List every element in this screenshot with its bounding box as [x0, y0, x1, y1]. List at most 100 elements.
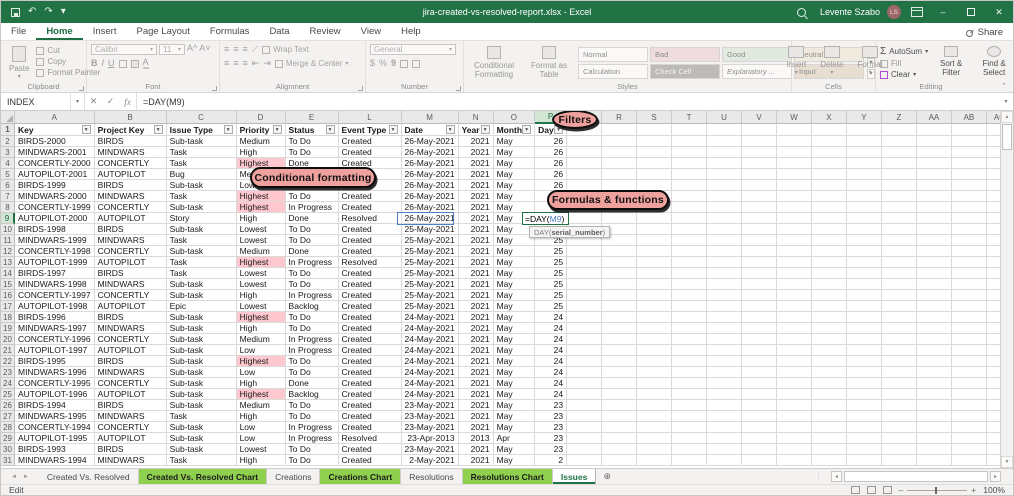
cell[interactable]: [637, 169, 672, 180]
cell[interactable]: [602, 301, 637, 312]
ribbon-display-options-icon[interactable]: [911, 7, 923, 17]
cell[interactable]: [602, 367, 637, 378]
cell[interactable]: 25: [535, 246, 567, 257]
cell[interactable]: [707, 136, 742, 147]
cell[interactable]: [742, 169, 777, 180]
column-header-Z[interactable]: Z: [882, 111, 917, 124]
cell[interactable]: [917, 290, 952, 301]
cell[interactable]: [952, 312, 987, 323]
cell[interactable]: [812, 136, 847, 147]
cell[interactable]: Created: [339, 224, 402, 235]
cell[interactable]: In Progress: [286, 202, 339, 213]
cell[interactable]: [567, 323, 602, 334]
clear-button[interactable]: Clear▾: [880, 70, 928, 79]
cell[interactable]: [707, 268, 742, 279]
cell[interactable]: 25-May-2021: [402, 224, 459, 235]
cell[interactable]: [917, 169, 952, 180]
cell[interactable]: [952, 169, 987, 180]
cell[interactable]: Epic: [167, 301, 237, 312]
cell[interactable]: Task: [167, 235, 237, 246]
cell[interactable]: Sub-task: [167, 400, 237, 411]
cell[interactable]: [637, 433, 672, 444]
row-header-5[interactable]: 5: [1, 169, 15, 180]
cell[interactable]: [707, 334, 742, 345]
cell[interactable]: CONCERTLY-1998: [15, 246, 95, 257]
cell[interactable]: MINDWARS: [95, 279, 167, 290]
cell[interactable]: [812, 268, 847, 279]
cell[interactable]: [952, 191, 987, 202]
cell[interactable]: 24: [535, 323, 567, 334]
cell[interactable]: BIRDS-1999: [15, 180, 95, 191]
cell[interactable]: BIRDS: [95, 224, 167, 235]
cell[interactable]: [812, 334, 847, 345]
cell[interactable]: [882, 235, 917, 246]
cell[interactable]: High: [237, 213, 286, 224]
cell[interactable]: [812, 224, 847, 235]
column-header-L[interactable]: L: [339, 111, 402, 124]
column-header-R[interactable]: R: [602, 111, 637, 124]
cell[interactable]: [917, 433, 952, 444]
cell[interactable]: Priority▼: [237, 124, 286, 136]
column-header-AB[interactable]: AB: [952, 111, 987, 124]
cell[interactable]: [707, 455, 742, 466]
cell[interactable]: [777, 411, 812, 422]
cell[interactable]: [847, 191, 882, 202]
row-header-8[interactable]: 8: [1, 202, 15, 213]
cell[interactable]: [882, 345, 917, 356]
cell[interactable]: [742, 389, 777, 400]
cell[interactable]: To Do: [286, 312, 339, 323]
row-header-29[interactable]: 29: [1, 433, 15, 444]
cell[interactable]: BIRDS-1995: [15, 356, 95, 367]
cell[interactable]: [567, 455, 602, 466]
column-header-M[interactable]: M: [402, 111, 459, 124]
cell[interactable]: 25: [535, 257, 567, 268]
maximize-button[interactable]: [957, 1, 985, 23]
cell[interactable]: Sub-task: [167, 323, 237, 334]
cell[interactable]: [707, 378, 742, 389]
cell[interactable]: Story: [167, 213, 237, 224]
vertical-scrollbar[interactable]: ▲ ▼: [1000, 111, 1013, 468]
cell[interactable]: [672, 312, 707, 323]
cell[interactable]: [602, 136, 637, 147]
cell[interactable]: [777, 213, 812, 224]
decrease-font-icon[interactable]: A˅: [199, 44, 210, 55]
cell[interactable]: [882, 312, 917, 323]
cell[interactable]: [707, 400, 742, 411]
cell[interactable]: [812, 235, 847, 246]
conditional-formatting-button[interactable]: Conditional Formatting: [468, 44, 520, 81]
cell[interactable]: 2021: [459, 367, 494, 378]
cell[interactable]: May: [494, 257, 536, 268]
cell[interactable]: [882, 124, 917, 136]
cell[interactable]: [602, 268, 637, 279]
cell[interactable]: [602, 433, 637, 444]
sheet-tab-issues[interactable]: Issues: [553, 469, 596, 484]
cell[interactable]: May: [494, 279, 536, 290]
cell[interactable]: [672, 400, 707, 411]
cell[interactable]: [882, 323, 917, 334]
cell[interactable]: [707, 411, 742, 422]
cell[interactable]: Backlog: [286, 389, 339, 400]
cell[interactable]: [742, 455, 777, 466]
cell[interactable]: CONCERTLY: [95, 334, 167, 345]
cell[interactable]: [567, 400, 602, 411]
cell[interactable]: [952, 257, 987, 268]
scroll-up-icon[interactable]: ▲: [1001, 111, 1013, 123]
cell[interactable]: [917, 378, 952, 389]
font-color-button[interactable]: A: [143, 58, 149, 69]
cell[interactable]: [952, 268, 987, 279]
cell[interactable]: [637, 356, 672, 367]
cell[interactable]: [602, 422, 637, 433]
cell[interactable]: Task: [167, 257, 237, 268]
cell[interactable]: [707, 356, 742, 367]
cell[interactable]: [917, 455, 952, 466]
cell[interactable]: [847, 455, 882, 466]
style-chip-check-cell[interactable]: Check Cell: [650, 64, 720, 79]
cell[interactable]: May: [494, 191, 536, 202]
cell[interactable]: Done: [286, 213, 339, 224]
cell[interactable]: [917, 334, 952, 345]
cell[interactable]: [567, 367, 602, 378]
cell[interactable]: MINDWARS: [95, 411, 167, 422]
cell[interactable]: [777, 268, 812, 279]
cell[interactable]: 2021: [459, 169, 494, 180]
cell[interactable]: [777, 224, 812, 235]
